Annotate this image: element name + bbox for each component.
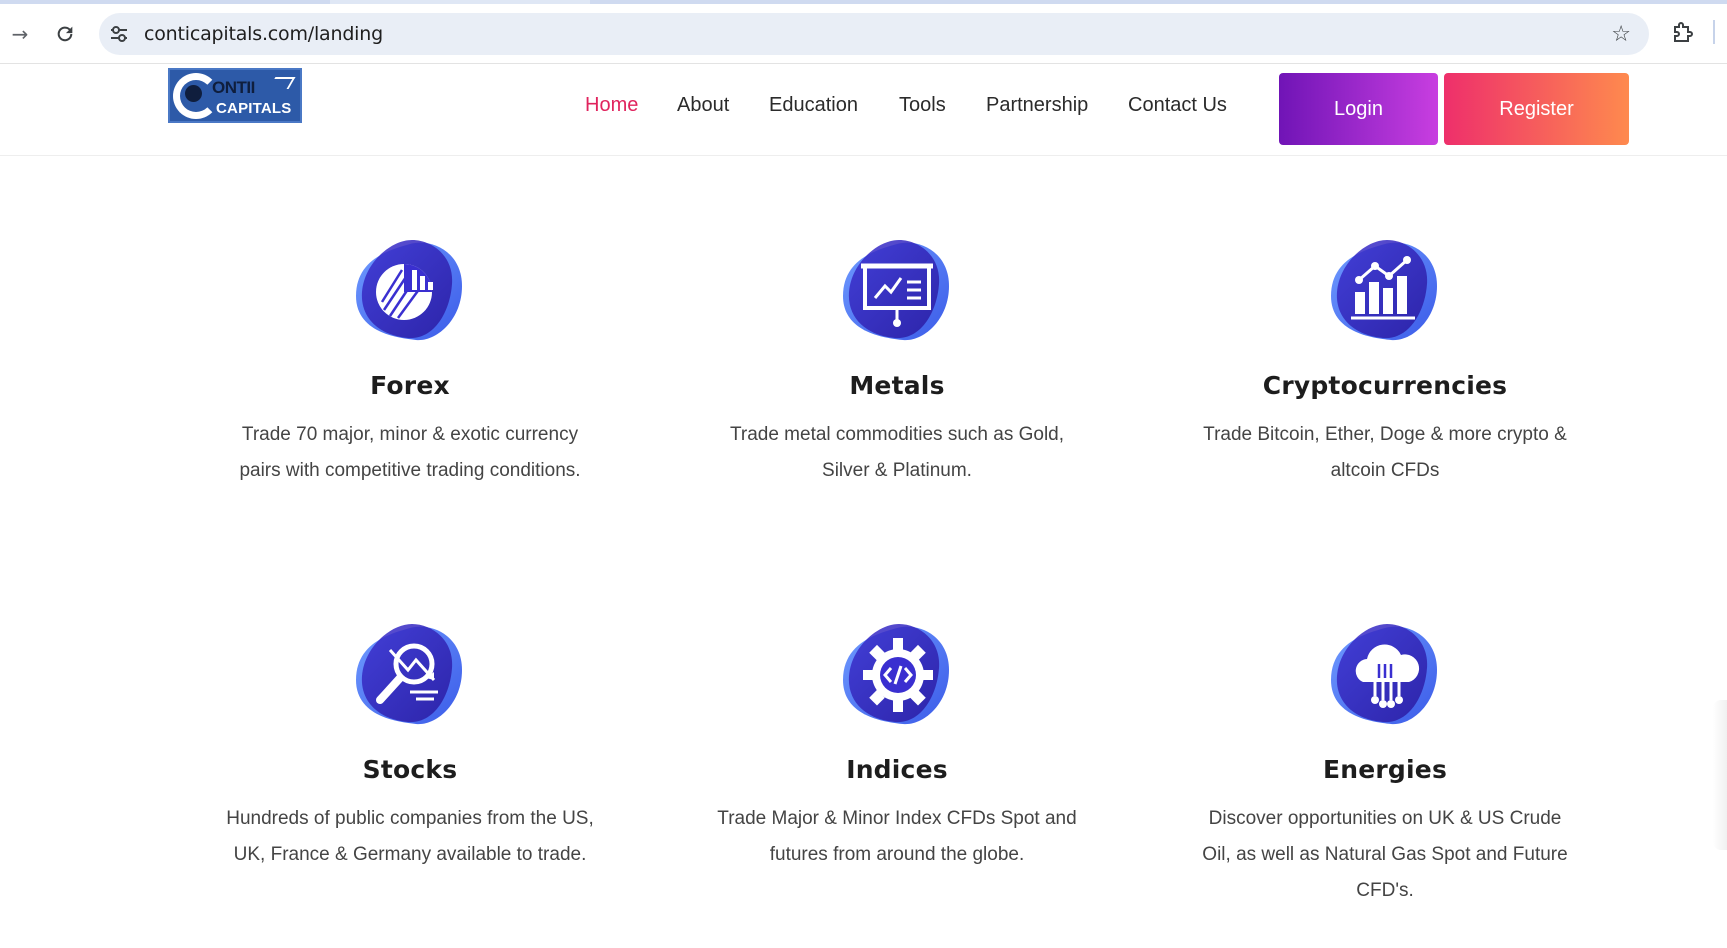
nav-home[interactable]: Home [585, 94, 638, 117]
feature-stocks: Stocks Hundreds of public companies from… [200, 620, 620, 873]
register-button[interactable]: Register [1444, 73, 1629, 145]
feature-forex: Forex Trade 70 major, minor & exotic cur… [200, 236, 620, 489]
logo-text-top: ONTII [212, 78, 255, 97]
tab-segment [590, 0, 1727, 4]
logo-globe [185, 85, 202, 102]
feature-title: Indices [846, 755, 948, 784]
feature-title: Metals [849, 371, 945, 400]
login-button[interactable]: Login [1279, 73, 1438, 145]
tune-icon[interactable] [109, 25, 129, 43]
feature-title: Cryptocurrencies [1262, 371, 1508, 400]
feature-title: Energies [1322, 755, 1448, 784]
nav-about[interactable]: About [677, 94, 729, 117]
bar-chart-growth-icon [1325, 236, 1445, 346]
feature-cryptocurrencies: Cryptocurrencies Trade Bitcoin, Ether, D… [1175, 236, 1595, 489]
address-bar[interactable]: conticapitals.com/landing ☆ [99, 13, 1649, 55]
feature-description: Hundreds of public companies from the US… [226, 808, 594, 865]
toolbar-divider [1713, 20, 1715, 44]
site-logo[interactable]: ONTII CAPITALS [168, 68, 302, 123]
nav-education[interactable]: Education [769, 94, 858, 117]
logo-arrow [268, 77, 296, 89]
tab-strip [0, 0, 1727, 4]
arrow-right-icon[interactable]: → [8, 22, 32, 46]
tab-segment [0, 0, 330, 4]
presentation-board-icon [837, 236, 957, 346]
browser-chrome: → conticapitals.com/landing ☆ [0, 0, 1727, 64]
feature-description: Trade Bitcoin, Ether, Doge & more crypto… [1203, 424, 1567, 481]
code-gear-icon [837, 620, 957, 730]
cloud-network-icon [1325, 620, 1445, 730]
logo-text-bottom: CAPITALS [216, 100, 292, 117]
page-edge-shadow [1713, 700, 1727, 850]
puzzle-icon[interactable] [1671, 20, 1695, 44]
pie-chart-icon [350, 236, 470, 346]
reload-icon[interactable] [53, 22, 77, 46]
feature-description: Trade Major & Minor Index CFDs Spot and … [717, 808, 1077, 865]
feature-description: Trade 70 major, minor & exotic currency … [239, 424, 581, 481]
nav-tools[interactable]: Tools [899, 94, 946, 117]
star-icon[interactable]: ☆ [1611, 22, 1631, 47]
magnifier-trend-icon [350, 620, 470, 730]
nav-contact-us[interactable]: Contact Us [1128, 94, 1227, 117]
feature-indices: Indices Trade Major & Minor Index CFDs S… [687, 620, 1107, 873]
feature-energies: Energies Discover opportunities on UK & … [1175, 620, 1595, 909]
feature-title: Stocks [362, 755, 458, 784]
url-text[interactable]: conticapitals.com/landing [144, 23, 383, 45]
feature-metals: Metals Trade metal commodities such as G… [687, 236, 1107, 489]
feature-title: Forex [370, 371, 450, 400]
feature-description: Discover opportunities on UK & US Crude … [1202, 808, 1568, 901]
nav-partnership[interactable]: Partnership [986, 94, 1088, 117]
feature-description: Trade metal commodities such as Gold, Si… [729, 424, 1065, 481]
site-header: ONTII CAPITALS Home About Education Tool… [0, 64, 1727, 156]
